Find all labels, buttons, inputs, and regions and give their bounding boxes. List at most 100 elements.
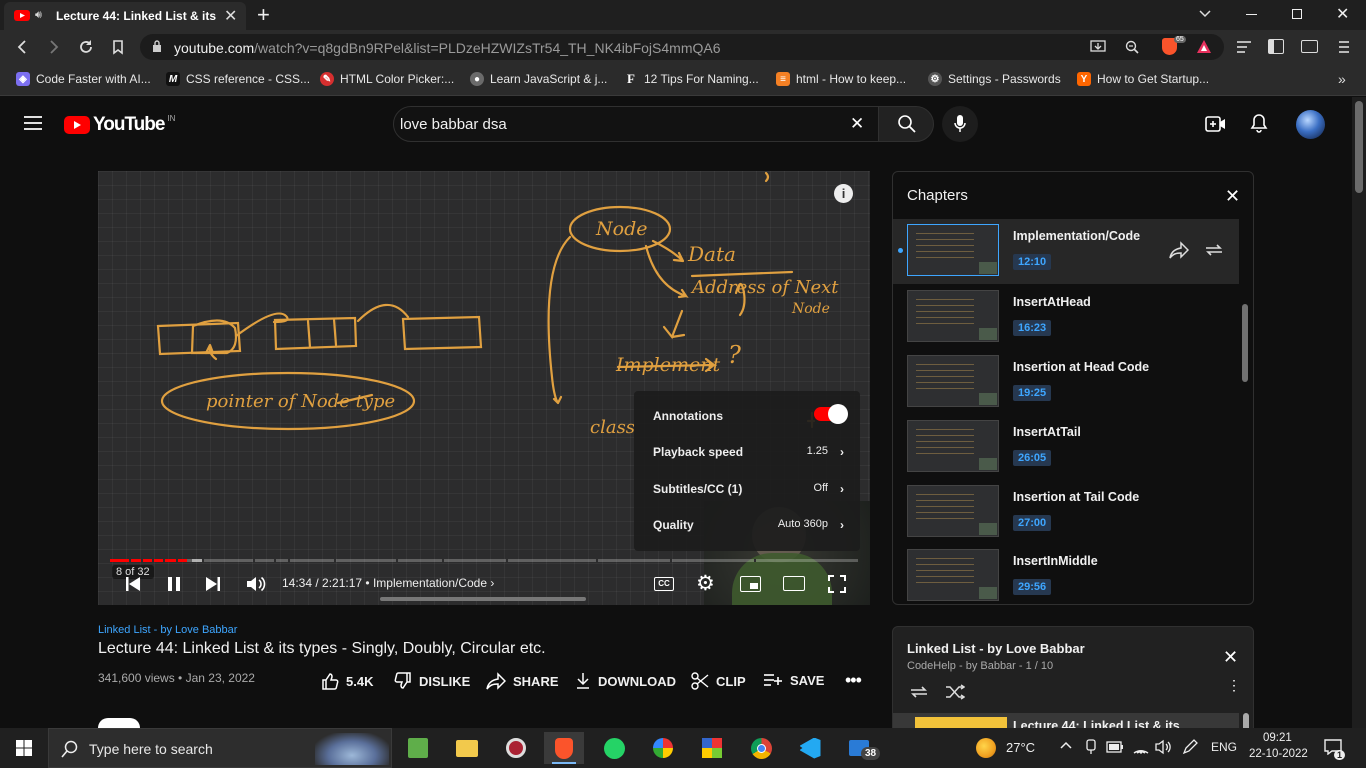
windows-start-icon[interactable] (16, 740, 32, 756)
chapter-item[interactable]: InsertAtTail 26:05 (893, 415, 1239, 480)
search-input[interactable]: love babbar dsa ✕ (393, 106, 879, 142)
more-actions-icon[interactable]: ••• (845, 670, 862, 691)
back-icon[interactable] (16, 40, 28, 54)
install-app-icon[interactable] (1090, 39, 1106, 55)
loop-playlist-icon[interactable] (909, 684, 929, 700)
taskbar-app-media[interactable] (496, 732, 536, 764)
language-indicator[interactable]: ENG (1211, 740, 1237, 754)
search-button[interactable] (878, 106, 934, 142)
annotations-toggle[interactable] (814, 404, 848, 424)
chapter-item[interactable]: Insertion at Tail Code 27:00 (893, 480, 1239, 545)
taskbar-app-office[interactable] (692, 732, 732, 764)
quality-row[interactable]: Quality Auto 360p › (634, 506, 860, 542)
page-scrollbar[interactable] (1352, 97, 1366, 728)
pen-icon[interactable] (1182, 739, 1198, 755)
speaker-icon[interactable] (1155, 739, 1173, 755)
chapter-item[interactable]: InsertAtHead 16:23 (893, 285, 1239, 350)
battery-icon[interactable] (1106, 741, 1124, 753)
info-icon[interactable]: i (834, 184, 853, 203)
previous-icon[interactable] (125, 576, 141, 592)
close-window-button[interactable]: ✕ (1336, 4, 1349, 24)
volume-icon[interactable] (246, 575, 266, 593)
taskbar-app-whatsapp[interactable] (594, 732, 634, 764)
tab-close-icon[interactable]: ✕ (224, 6, 237, 26)
dislike-button[interactable]: DISLIKE (394, 672, 470, 690)
audio-playing-icon[interactable]: 🔊︎ (35, 9, 42, 22)
voice-search-button[interactable] (942, 106, 978, 142)
page-scroll-thumb[interactable] (1355, 101, 1363, 193)
wallet-icon[interactable] (1301, 40, 1318, 53)
theater-mode-icon[interactable] (783, 576, 805, 591)
miniplayer-icon[interactable] (740, 576, 761, 592)
chapters-scrollbar[interactable] (1242, 304, 1248, 382)
taskbar-app-vscode[interactable] (790, 732, 830, 764)
new-tab-button[interactable]: + (257, 2, 270, 28)
minimize-button[interactable] (1246, 14, 1257, 15)
annotations-toggle-row[interactable]: Annotations (634, 397, 860, 433)
bookmark-item[interactable]: M CSS reference - CSS... (166, 72, 310, 86)
clock-date[interactable]: 22-10-2022 (1249, 748, 1308, 760)
address-bar[interactable]: youtube.com/watch?v=q8gdBn9RPel&list=PLD… (140, 34, 1224, 60)
tab-list-chevron-icon[interactable] (1198, 6, 1212, 20)
bookmark-item[interactable]: ✎ HTML Color Picker:... (320, 72, 454, 86)
pause-icon[interactable] (167, 576, 181, 592)
clip-button[interactable]: CLIP (691, 672, 746, 690)
notifications-bell-icon[interactable] (1250, 113, 1268, 133)
playlist-link[interactable]: Linked List - by Love Babbar (98, 624, 237, 636)
taskbar-search-input[interactable]: Type here to search (48, 728, 392, 768)
subtitles-row[interactable]: Subtitles/CC (1) Off › (634, 470, 860, 506)
download-button[interactable]: DOWNLOAD (575, 672, 676, 690)
browser-menu-icon[interactable] (1338, 40, 1350, 54)
bookmark-icon[interactable] (112, 39, 124, 55)
chapter-item[interactable]: InsertInMiddle 29:56 (893, 544, 1239, 604)
create-video-icon[interactable] (1205, 115, 1227, 133)
weather-temperature[interactable]: 27°C (1006, 740, 1035, 755)
reload-icon[interactable] (78, 39, 94, 55)
restore-button[interactable] (1292, 9, 1302, 19)
taskbar-app-mail[interactable]: 38 (839, 732, 881, 764)
bookmark-item[interactable]: ⚙ Settings - Passwords (928, 72, 1061, 86)
close-playlist-icon[interactable]: ✕ (1223, 647, 1238, 668)
wifi-icon[interactable] (1132, 739, 1150, 755)
save-button[interactable]: SAVE (763, 672, 824, 688)
clear-search-icon[interactable]: ✕ (850, 114, 864, 134)
shuffle-icon[interactable] (945, 684, 965, 700)
share-button[interactable]: SHARE (486, 672, 559, 690)
bookmark-item[interactable]: ≡ html - How to keep... (776, 72, 906, 86)
playlist-menu-icon[interactable] (1236, 40, 1252, 54)
loop-chapter-icon[interactable] (1204, 242, 1224, 258)
taskbar-app-notepad[interactable] (398, 732, 438, 764)
sidebar-icon[interactable] (1268, 39, 1284, 54)
taskbar-app-explorer[interactable] (447, 732, 487, 764)
taskbar-app-chrome[interactable] (741, 732, 781, 764)
fullscreen-icon[interactable] (828, 575, 846, 593)
lock-icon[interactable] (152, 40, 162, 53)
chapter-item[interactable]: Implementation/Code 12:10 (893, 219, 1239, 284)
bookmark-item[interactable]: F 12 Tips For Naming... (624, 71, 759, 86)
avatar[interactable] (1296, 110, 1325, 139)
zoom-icon[interactable] (1124, 39, 1140, 55)
taskbar-app-security[interactable] (643, 732, 683, 764)
close-chapters-icon[interactable]: ✕ (1225, 186, 1240, 207)
tray-overflow-icon[interactable] (1060, 740, 1072, 750)
more-bookmarks-icon[interactable]: » (1338, 71, 1346, 87)
browser-tab-active[interactable]: 🔊︎ Lecture 44: Linked List & its types ✕ (4, 2, 246, 30)
captions-icon[interactable]: CC (654, 577, 674, 591)
playlist-more-icon[interactable]: ⋮ (1227, 678, 1241, 692)
bookmark-item[interactable]: ● Learn JavaScript & j... (470, 72, 607, 86)
youtube-logo[interactable]: YouTube IN (64, 114, 175, 136)
hamburger-menu-icon[interactable] (24, 116, 42, 130)
next-icon[interactable] (205, 576, 221, 592)
like-button[interactable]: 5.4K (321, 672, 373, 690)
forward-icon[interactable] (48, 40, 60, 54)
clock-time[interactable]: 09:21 (1263, 732, 1292, 744)
video-player[interactable]: Node Data Address of Next Node Implement… (98, 171, 870, 605)
chapter-item[interactable]: Insertion at Head Code 19:25 (893, 350, 1239, 415)
playback-speed-row[interactable]: Playback speed 1.25 › (634, 433, 860, 469)
progress-bar[interactable] (110, 559, 858, 562)
playlist-title[interactable]: Linked List - by Love Babbar (907, 641, 1085, 656)
share-chapter-icon[interactable] (1169, 241, 1189, 259)
current-chapter-link[interactable]: Implementation/Code (373, 576, 487, 590)
weather-icon[interactable] (976, 738, 996, 758)
bookmark-item[interactable]: ◈ Code Faster with AI... (16, 72, 151, 86)
